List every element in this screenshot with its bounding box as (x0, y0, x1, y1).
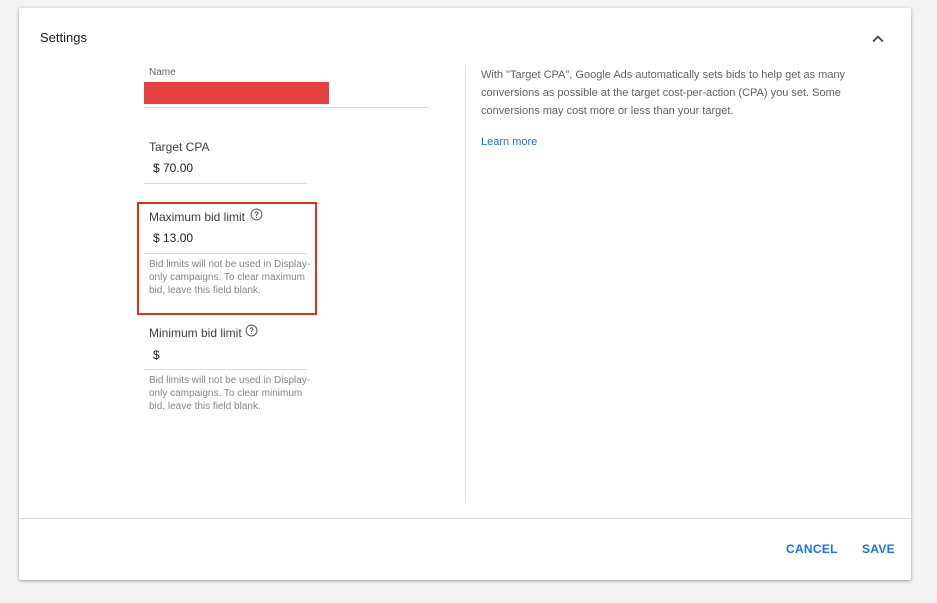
target-cpa-label: Target CPA (149, 140, 210, 154)
name-redacted-value[interactable] (144, 82, 329, 104)
max-bid-input[interactable]: $ 13.00 (153, 231, 193, 245)
footer-divider (19, 518, 911, 519)
min-bid-underline (144, 369, 307, 370)
target-cpa-input[interactable]: $ 70.00 (153, 161, 193, 175)
name-label: Name (149, 67, 176, 78)
max-bid-label: Maximum bid limit (149, 210, 246, 224)
learn-more-link[interactable]: Learn more (481, 136, 537, 148)
settings-title: Settings (40, 30, 87, 45)
settings-card: Settings Name Target CPA $ 70.00 Maximum… (19, 8, 911, 580)
max-bid-helper-text: Bid limits will not be used in Display-o… (149, 259, 311, 296)
target-cpa-description: With "Target CPA", Google Ads automatica… (481, 69, 846, 117)
max-bid-underline (144, 253, 307, 254)
min-bid-input[interactable]: $ (153, 348, 160, 362)
name-underline (144, 107, 429, 108)
chevron-up-icon[interactable] (867, 28, 889, 50)
vertical-divider (465, 65, 466, 503)
help-circle-icon[interactable] (245, 324, 258, 337)
min-bid-label: Minimum bid limit (149, 326, 242, 340)
save-button[interactable]: SAVE (862, 542, 895, 556)
cancel-button[interactable]: CANCEL (786, 542, 838, 556)
min-bid-helper-text: Bid limits will not be used in Display-o… (149, 375, 311, 412)
help-circle-icon[interactable] (250, 208, 263, 221)
target-cpa-underline (144, 183, 307, 184)
